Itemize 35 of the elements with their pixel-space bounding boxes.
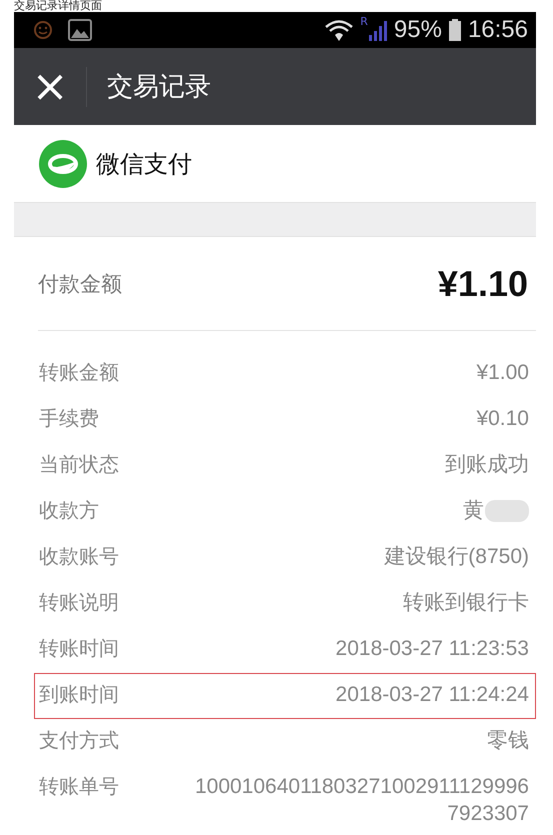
detail-value: 建设银行(8750) <box>384 544 529 570</box>
signal-icon <box>368 18 388 42</box>
wechat-pay-logo-icon <box>38 138 88 188</box>
amount-label: 付款金额 <box>38 270 122 298</box>
detail-value: 2018-03-27 11:24:24 <box>336 682 529 708</box>
amount-value: ¥1.10 <box>438 262 528 304</box>
detail-value: 100010640118032710029111299967923307 <box>194 774 529 827</box>
wifi-icon <box>324 18 354 42</box>
roaming-indicator: R <box>360 15 368 28</box>
detail-value: 黄 <box>463 498 484 524</box>
battery-percent: 95% <box>394 16 442 44</box>
detail-label: 收款账号 <box>39 543 119 570</box>
detail-label: 手续费 <box>39 405 99 432</box>
detail-label: 转账单号 <box>39 773 119 800</box>
page-title: 交易记录 <box>107 71 211 104</box>
brand-name: 微信支付 <box>96 148 192 180</box>
smiley-icon <box>32 19 54 41</box>
detail-value: ¥0.10 <box>476 406 529 432</box>
detail-value: 2018-03-27 11:23:53 <box>336 636 529 662</box>
detail-label: 收款方 <box>39 497 99 524</box>
page-caption: 交易记录详情页面 <box>13 0 103 12</box>
detail-label: 转账金额 <box>39 359 119 386</box>
detail-label: 到账时间 <box>39 681 119 708</box>
clock: 16:56 <box>468 16 528 44</box>
detail-label: 转账说明 <box>39 589 119 616</box>
detail-value: 转账到银行卡 <box>403 590 529 616</box>
detail-value: 到账成功 <box>445 452 529 478</box>
battery-icon <box>448 18 462 42</box>
detail-value: 零钱 <box>487 728 529 754</box>
detail-value: ¥1.00 <box>476 360 529 386</box>
close-button[interactable]: × <box>14 64 86 108</box>
detail-label: 转账时间 <box>39 635 119 662</box>
detail-label: 当前状态 <box>39 451 119 478</box>
image-icon <box>68 19 92 41</box>
detail-label: 支付方式 <box>39 727 119 754</box>
